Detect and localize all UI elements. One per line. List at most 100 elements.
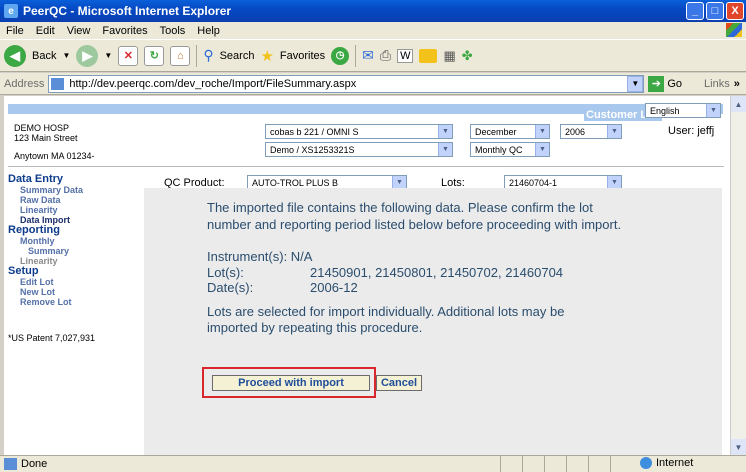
print-icon[interactable]: ⎙ [380, 47, 391, 64]
lots-summary-label: Lot(s): [207, 265, 244, 280]
minimize-button[interactable]: _ [686, 2, 704, 20]
go-label: Go [667, 77, 683, 90]
close-button[interactable]: X [726, 2, 744, 20]
chevron-down-icon: ▼ [607, 125, 621, 138]
research-icon[interactable]: ▦ [443, 48, 455, 64]
page-icon [51, 77, 65, 90]
status-cell [610, 456, 632, 472]
menu-bar: File Edit View Favorites Tools Help [0, 22, 746, 39]
menu-favorites[interactable]: Favorites [102, 25, 147, 37]
toolbar-separator [196, 44, 198, 67]
org-city: Anytown MA 01234- [14, 151, 95, 161]
stop-icon[interactable]: ✕ [118, 45, 139, 66]
history-icon[interactable]: ◷ [331, 46, 350, 65]
window-title-bar[interactable]: e PeerQC - Microsoft Internet Explorer _… [0, 0, 746, 22]
back-button-label[interactable]: Back [32, 50, 56, 62]
go-arrow-icon: ➔ [648, 75, 665, 92]
year-select[interactable]: 2006 ▼ [560, 124, 622, 139]
nav-new-lot[interactable]: New Lot [8, 287, 148, 297]
menu-edit[interactable]: Edit [36, 25, 55, 37]
cancel-button[interactable]: Cancel [376, 375, 422, 391]
status-cell [566, 456, 588, 472]
nav-remove-lot[interactable]: Remove Lot [8, 297, 148, 307]
nav-linearity[interactable]: Linearity [8, 205, 148, 215]
scroll-up-icon[interactable]: ▲ [731, 96, 746, 112]
chevron-down-icon: ▼ [535, 125, 549, 138]
window-controls: _ □ X [686, 2, 744, 20]
year-value: 2006 [565, 126, 586, 137]
menu-tools[interactable]: Tools [160, 25, 186, 37]
period-type-select[interactable]: Monthly QC ▼ [470, 142, 550, 157]
chevron-down-icon: ▼ [438, 143, 452, 156]
address-bar: Address ▼ ➔ Go Links » ✤ [0, 73, 746, 95]
nav-setup[interactable]: Setup [8, 266, 148, 277]
instrument-select[interactable]: cobas b 221 / OMNI S ▼ [265, 124, 453, 139]
favorites-button-label[interactable]: Favorites [280, 50, 325, 62]
nav-edit-lot[interactable]: Edit Lot [8, 277, 148, 287]
favorites-star-icon[interactable]: ★ [260, 47, 273, 65]
forward-arrow-icon[interactable]: ▶ [76, 44, 99, 67]
program-select[interactable]: Demo / XS1253321S ▼ [265, 142, 453, 157]
language-value: English [650, 105, 680, 116]
folder-icon[interactable] [419, 48, 438, 63]
address-field-wrap: ▼ [48, 74, 645, 93]
chevron-down-icon: ▼ [535, 143, 549, 156]
period-type-value: Monthly QC [475, 144, 523, 155]
nav-monthly-summary[interactable]: Summary [8, 246, 148, 256]
lots-summary-value: 21450901, 21450801, 21450702, 21460704 [310, 265, 564, 280]
browser-toolbar: ◀ Back ▼ ▶ ▼ ✕ ↻ ⌂ ⚲ Search ★ Favorites … [0, 39, 746, 72]
highlight-annotation [202, 367, 376, 398]
links-more-icon[interactable]: » [734, 78, 740, 90]
search-icon[interactable]: ⚲ [203, 47, 213, 64]
forward-dropdown-icon[interactable]: ▼ [104, 51, 112, 60]
search-button-label[interactable]: Search [220, 50, 255, 62]
security-zone[interactable]: Internet [640, 457, 693, 469]
page-content: Customer List English ▼ User: jeffj DEMO… [4, 96, 730, 472]
status-cell [500, 456, 522, 472]
scroll-down-icon[interactable]: ▼ [731, 439, 746, 455]
status-cell [588, 456, 610, 472]
window-title: PeerQC - Microsoft Internet Explorer [23, 4, 232, 18]
note-line-2: imported by repeating this procedure. [207, 320, 423, 335]
menu-help[interactable]: Help [197, 25, 220, 37]
back-arrow-icon[interactable]: ◀ [4, 44, 26, 67]
month-select[interactable]: December ▼ [470, 124, 550, 139]
intro-line-1: The imported file contains the following… [207, 200, 593, 215]
language-select[interactable]: English ▼ [645, 103, 721, 118]
instrument-summary: Instrument(s): N/A [207, 249, 313, 264]
menu-file[interactable]: File [6, 25, 24, 37]
links-label[interactable]: Links [704, 78, 730, 90]
address-input[interactable] [48, 74, 645, 93]
back-dropdown-icon[interactable]: ▼ [62, 51, 70, 60]
program-value: Demo / XS1253321S [270, 144, 355, 155]
chevron-down-icon: ▼ [438, 125, 452, 138]
nav-raw-data[interactable]: Raw Data [8, 195, 148, 205]
vertical-scrollbar[interactable]: ▲ ▼ [730, 96, 746, 455]
org-name: DEMO HOSP [14, 123, 70, 133]
user-label: User: jeffj [668, 125, 715, 137]
ie-logo-icon: e [4, 4, 18, 18]
globe-icon [640, 457, 652, 469]
nav-data-entry[interactable]: Data Entry [8, 174, 148, 185]
zone-label: Internet [656, 457, 694, 469]
left-nav: Data Entry Summary Data Raw Data Lineari… [8, 174, 148, 344]
address-dropdown-icon[interactable]: ▼ [627, 75, 644, 92]
mail-icon[interactable]: ✉ [362, 47, 374, 64]
maximize-button[interactable]: □ [706, 2, 724, 20]
refresh-icon[interactable]: ↻ [144, 45, 165, 66]
go-button[interactable]: ➔ Go [648, 75, 683, 92]
home-icon[interactable]: ⌂ [170, 45, 191, 66]
edit-icon[interactable]: W [397, 48, 414, 63]
nav-reporting[interactable]: Reporting [8, 225, 148, 236]
dates-summary-value: 2006-12 [310, 280, 358, 295]
instrument-value: cobas b 221 / OMNI S [270, 126, 359, 137]
address-label: Address [4, 77, 45, 90]
header-divider [8, 166, 724, 167]
status-cells [500, 456, 632, 472]
nav-monthly[interactable]: Monthly [8, 236, 148, 246]
messenger-icon[interactable]: ✤ [462, 48, 473, 64]
nav-summary-data[interactable]: Summary Data [8, 185, 148, 195]
lots-value: 21460704-1 [509, 177, 558, 188]
menu-view[interactable]: View [67, 25, 91, 37]
org-street: 123 Main Street [14, 133, 78, 143]
